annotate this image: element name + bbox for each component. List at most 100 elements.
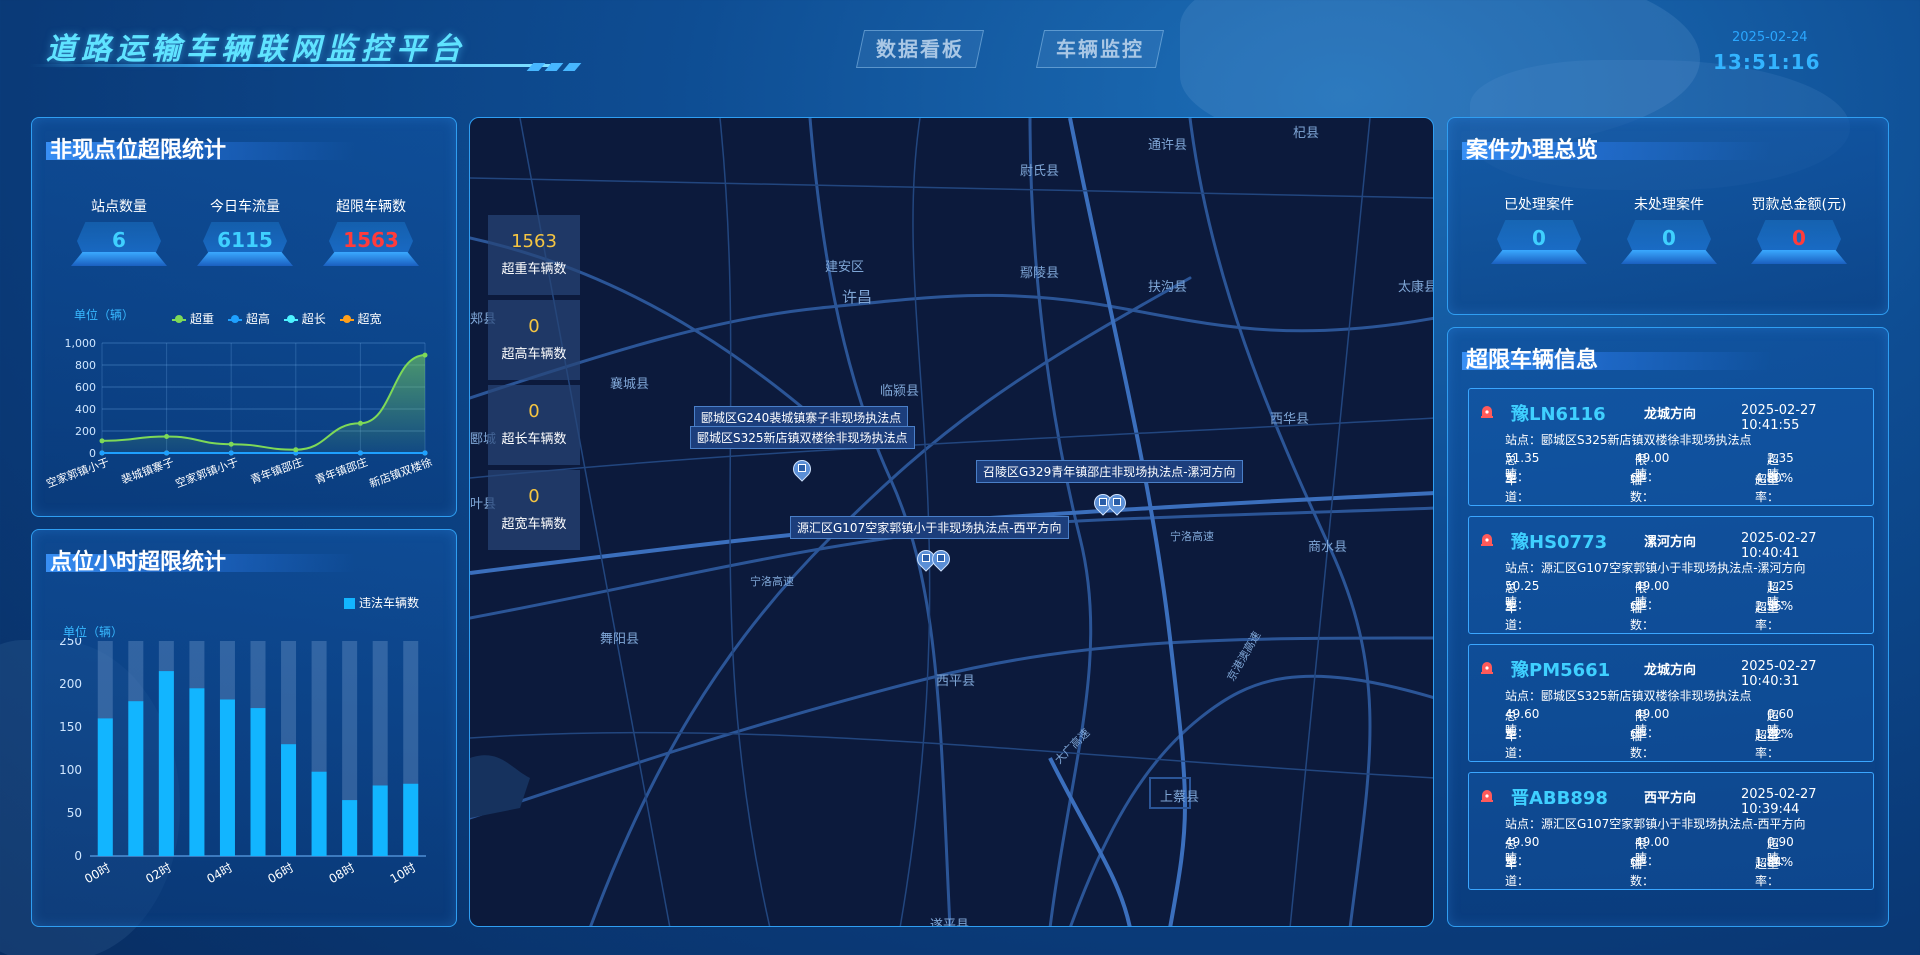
x-tick-label: 空家郭镇小于: [173, 455, 240, 491]
bar[interactable]: [281, 744, 297, 856]
map-place: 太康县: [1398, 280, 1434, 295]
bar[interactable]: [342, 800, 358, 856]
timestamp: 2025-02-27 10:40:41: [1741, 531, 1817, 561]
bar[interactable]: [219, 699, 235, 856]
direction: 漯河方向: [1644, 535, 1697, 550]
site-label-g329[interactable]: 召陵区G329青年镇邵庄非现场执法点-漯河方向: [976, 460, 1243, 483]
series-point[interactable]: [422, 352, 428, 358]
series-point[interactable]: [228, 441, 234, 447]
map-place: 西平县: [936, 674, 976, 689]
map-road-name: 宁洛高速: [750, 575, 794, 588]
series-point[interactable]: [99, 450, 105, 456]
bar[interactable]: [128, 701, 144, 856]
series-area-overweight: [102, 355, 425, 453]
bar[interactable]: [97, 718, 113, 856]
header-clock: 13:51:16: [1713, 50, 1821, 74]
x-tick-label: 青年镇邵庄: [313, 455, 369, 487]
site-label-g107[interactable]: 源汇区G107空家郭镇小于非现场执法点-西平方向: [790, 516, 1069, 539]
case-card[interactable]: 豫PM5661 龙城方向 2025-02-27 10:40:31 站点：郾城区S325…: [1468, 644, 1874, 762]
bar[interactable]: [250, 708, 266, 856]
map-stat-label: 超宽车辆数: [501, 517, 567, 532]
legend-item-overheight[interactable]: 超高: [227, 310, 270, 327]
map-place: 鄢陵县: [1020, 266, 1060, 281]
stat-pedestal: 1563: [323, 222, 419, 270]
y-tick-label: 100: [59, 763, 82, 777]
stat-pedestal: 0: [1751, 220, 1847, 268]
case-card[interactable]: 豫HS0773 漯河方向 2025-02-27 10:40:41 站点：源汇区G107…: [1468, 516, 1874, 634]
stat-unprocessed-cases: 未处理案件 0: [1614, 194, 1724, 268]
y-tick-label: 0: [89, 447, 96, 460]
stat-overlimit-count: 超限车辆数 1563: [316, 196, 426, 270]
y-tick-label: 200: [59, 677, 82, 691]
x-tick-label: 新店镇双楼徐: [367, 455, 434, 491]
overlimit-line-chart: 02004006008001,000空家郭镇小于 裴城镇寨子空家郭镇小于 青年镇邵庄…: [44, 337, 434, 491]
stat-pedestal: 0: [1621, 220, 1717, 268]
title-stripes: [526, 56, 600, 71]
y-tick-label: 50: [67, 806, 82, 820]
map-place: 临颍县: [880, 384, 920, 399]
bar[interactable]: [403, 783, 419, 856]
site-pin-icon[interactable]: [928, 546, 954, 574]
map-stat-overlength: 0 超长车辆数: [488, 385, 580, 465]
case-card[interactable]: 晋ABB898 西平方向 2025-02-27 10:39:44 站点：源汇区G107…: [1468, 772, 1874, 890]
map-stat-value: 0: [528, 486, 540, 507]
y-tick-label: 800: [75, 359, 96, 372]
panel-case-overview: 案件办理总览 已处理案件 0 未处理案件 0 罚款总金额(元) 0: [1447, 117, 1889, 315]
header: 道路运输车辆联网监控平台 数据看板 车辆监控 2025-02-24 13:51:…: [0, 0, 1920, 90]
direction: 龙城方向: [1644, 663, 1697, 678]
series-point[interactable]: [164, 450, 170, 456]
direction: 龙城方向: [1644, 407, 1697, 422]
bar[interactable]: [372, 785, 388, 856]
case-card[interactable]: 豫LN6116 龙城方向 2025-02-27 10:41:55 站点：郾城区S325…: [1468, 388, 1874, 506]
stat-label: 今日车流量: [210, 199, 280, 215]
timestamp: 2025-02-27 10:41:55: [1741, 403, 1817, 433]
stat-value: 1563: [343, 228, 399, 252]
plate-number: 豫LN6116: [1511, 404, 1606, 425]
stat-label: 已处理案件: [1504, 197, 1574, 213]
chart-unit: 单位（辆）: [74, 308, 135, 322]
legend-item-overwidth[interactable]: 超宽: [339, 310, 382, 327]
site-pin-icon[interactable]: [1104, 490, 1130, 518]
bar[interactable]: [158, 671, 174, 856]
map-place: 舞阳县: [600, 632, 640, 647]
bar-chart-legend[interactable]: 违法车辆数: [344, 594, 419, 611]
series-point[interactable]: [99, 438, 105, 444]
map-place: 遂平县: [930, 918, 970, 927]
line-chart-legend: 超重 超高 超长 超宽: [172, 310, 392, 327]
map-stat-value: 0: [528, 401, 540, 422]
series-point[interactable]: [422, 450, 428, 456]
x-tick-label: 裴城镇寨子: [119, 455, 175, 487]
panel-overlimit-vehicles: 超限车辆信息 豫LN6116 龙城方向 2025-02-27 10:41:55 站点：…: [1447, 327, 1889, 927]
title-box: 道路运输车辆联网监控平台: [30, 18, 582, 71]
map-stat-label: 超长车辆数: [501, 432, 567, 447]
series-point[interactable]: [357, 420, 363, 426]
map-view[interactable]: 杞县 通许县 尉氏县 建安区 许昌 鄢陵县 扶沟县 太康县 郏县 襄城县 临颍县…: [469, 117, 1434, 927]
tab-data-board[interactable]: 数据看板: [860, 30, 980, 68]
map-stat-label: 超高车辆数: [501, 347, 567, 362]
series-point[interactable]: [293, 447, 299, 453]
alarm-icon: [1479, 787, 1495, 803]
direction: 西平方向: [1644, 791, 1697, 806]
x-tick-label: 青年镇邵庄: [248, 455, 304, 487]
tab-label: 车辆监控: [1056, 37, 1144, 61]
legend-item-overlength[interactable]: 超长: [283, 310, 326, 327]
series-point[interactable]: [164, 434, 170, 439]
legend-item-overweight[interactable]: 超重: [172, 310, 214, 327]
site-pin-icon[interactable]: [789, 456, 815, 484]
stat-value: 0: [1792, 226, 1806, 250]
site-label-s325[interactable]: 郾城区S325新店镇双楼徐非现场执法点: [690, 426, 915, 449]
alarm-icon: [1479, 659, 1495, 675]
bar[interactable]: [189, 688, 205, 856]
map-road-name: 宁洛高速: [1170, 530, 1214, 543]
stat-label: 站点数量: [91, 199, 147, 215]
series-point[interactable]: [357, 450, 363, 456]
x-tick-label: 04时: [204, 860, 235, 886]
series-point[interactable]: [228, 450, 234, 456]
stat-value: 6: [112, 228, 126, 252]
panel-title: 点位小时超限统计: [50, 550, 227, 575]
y-tick-label: 250: [59, 638, 82, 648]
bar[interactable]: [311, 771, 327, 856]
map-place: 扶沟县: [1148, 280, 1188, 295]
site-line: 站点：源汇区G107空家郭镇小于非现场执法点-漯河方向: [1505, 561, 1806, 575]
tab-vehicle-monitor[interactable]: 车辆监控: [1040, 30, 1160, 68]
